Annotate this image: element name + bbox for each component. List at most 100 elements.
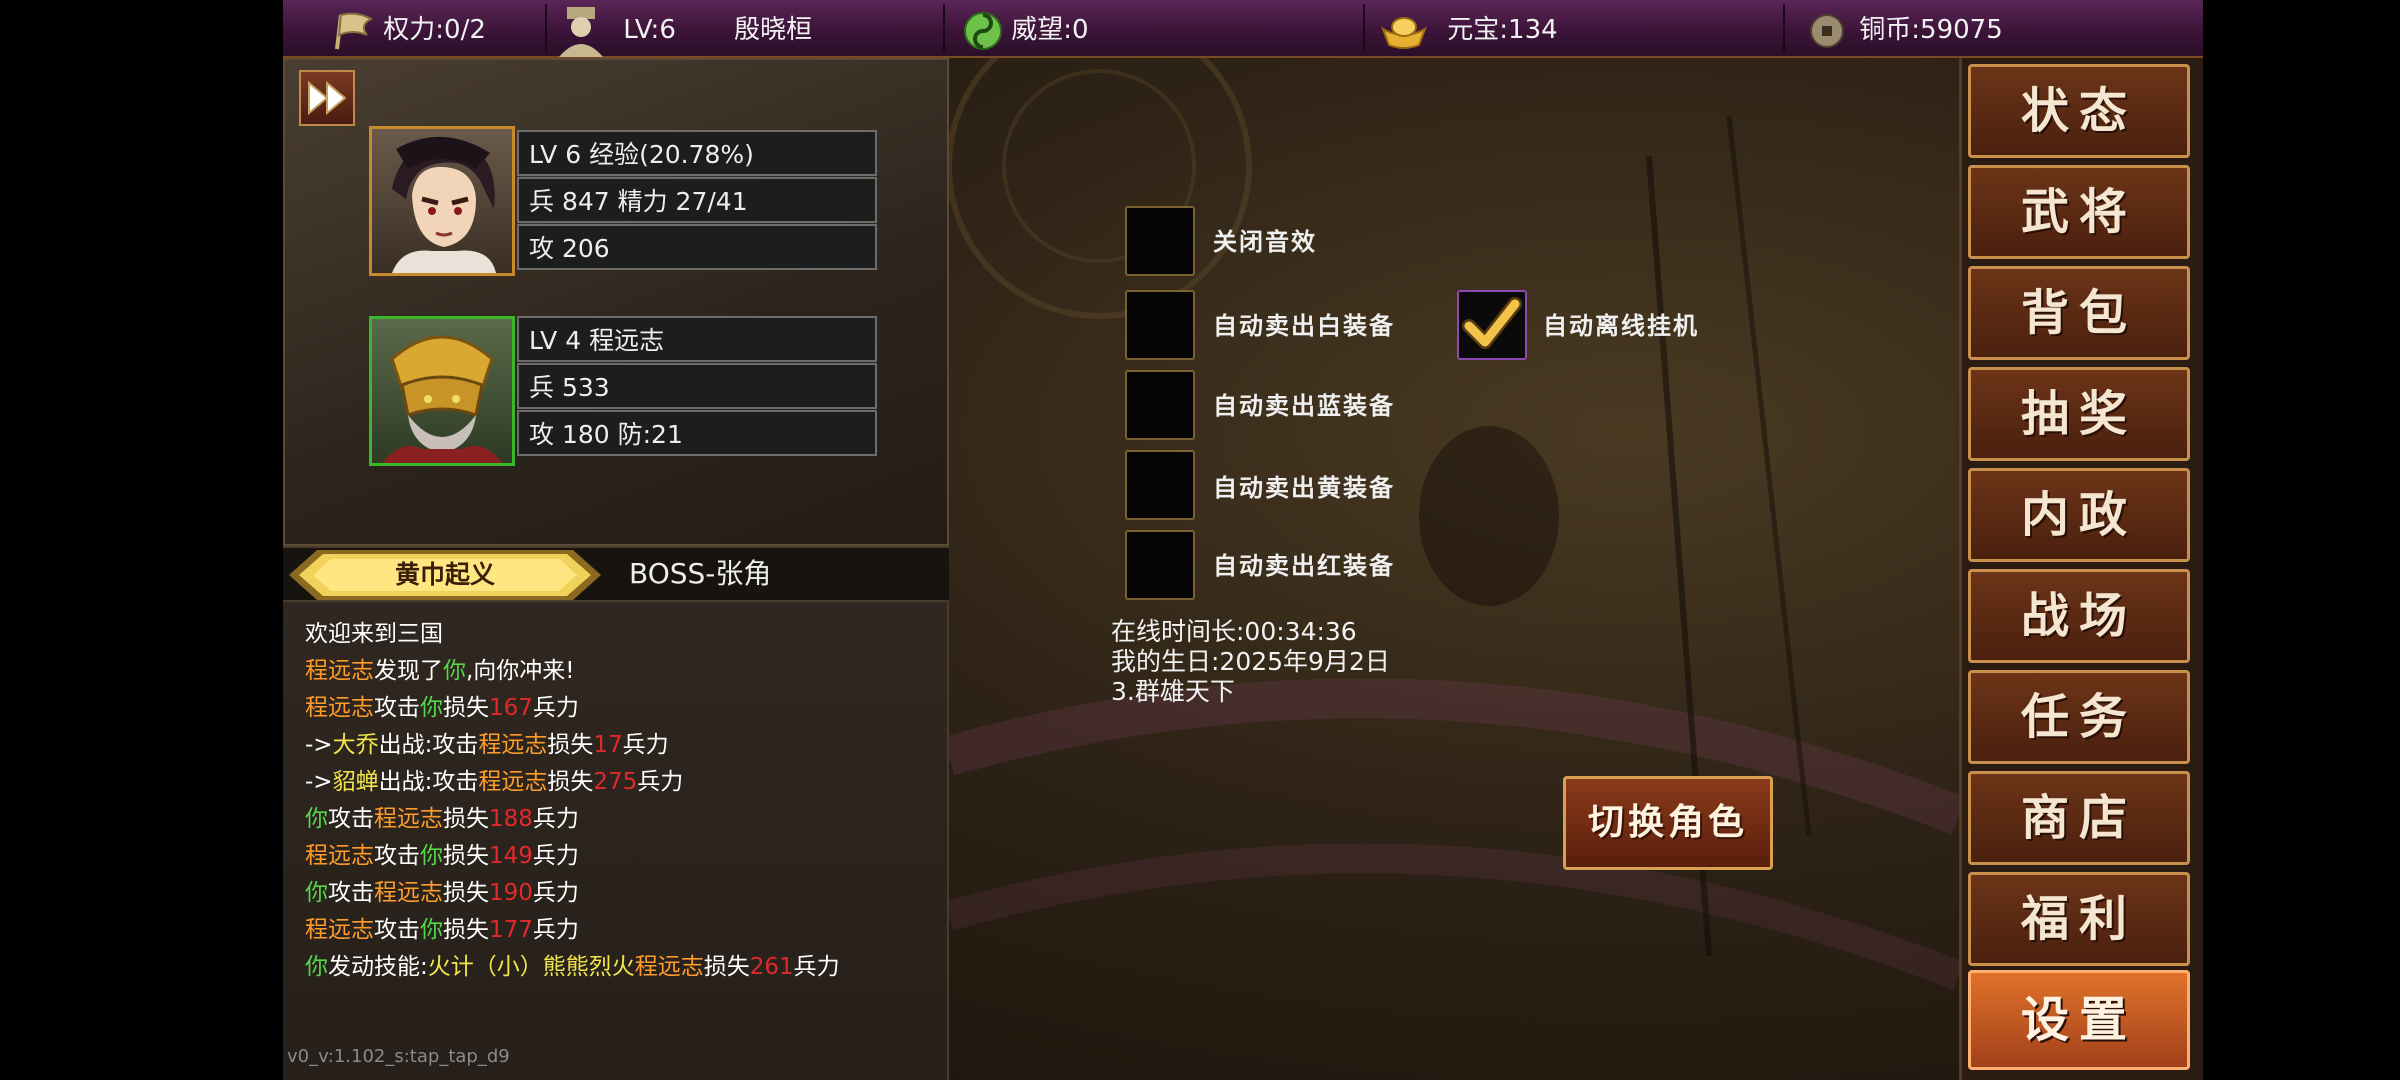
hero-portrait-main[interactable] (369, 126, 515, 276)
log-text: 你 (443, 658, 466, 684)
log-text: 出战:攻击 (378, 769, 479, 795)
hero-portrait-second[interactable] (369, 316, 515, 466)
chapter-tab[interactable]: 黄巾起义 (289, 550, 601, 600)
power-text: 权力:0/2 (383, 15, 486, 45)
log-text: 兵力 (532, 917, 579, 943)
battle-log[interactable]: 欢迎来到三国 程远志发现了你,向你冲来! 程远志攻击你损失167兵力 ->大乔出… (283, 602, 949, 1080)
log-text: 你 (420, 843, 443, 869)
copper-stat[interactable]: 铜币:59075 (1809, 0, 2003, 56)
log-text: 损失 (443, 917, 489, 943)
log-text: 欢迎来到三国 (305, 621, 443, 647)
log-text: 损失 (703, 954, 750, 980)
prestige-stat[interactable]: 威望:0 (963, 0, 1089, 56)
hero-stats-main: LV 6 经验(20.78%) 兵 847 精力 27/41 攻 206 (517, 130, 877, 271)
log-text: 攻击 (374, 843, 420, 869)
log-text: 149 (489, 843, 533, 869)
copper-coin-icon (1810, 13, 1844, 48)
log-line: 程远志攻击你损失177兵力 (305, 910, 579, 944)
mute-checkbox[interactable] (1125, 206, 1195, 276)
hero-attack-defense: 攻 180 防:21 (517, 410, 877, 456)
log-text: 损失 (547, 769, 594, 795)
sell-red-checkbox[interactable] (1125, 530, 1195, 600)
checkmark-icon (1462, 297, 1522, 349)
log-text: 兵力 (637, 769, 684, 795)
log-text: 貂蝉 (332, 769, 379, 795)
log-text: 兵力 (793, 954, 840, 980)
log-text: 损失 (443, 806, 489, 832)
hero-stats-second: LV 4 程远志 兵 533 攻 180 防:21 (517, 316, 877, 457)
log-line: 程远志攻击你损失167兵力 (305, 688, 579, 722)
log-text: 177 (489, 917, 533, 943)
switch-role-button[interactable]: 切换角色 (1563, 776, 1773, 870)
menu-generals-button[interactable]: 武将 (1968, 165, 2190, 259)
sell-blue-checkbox[interactable] (1125, 370, 1195, 440)
hero-level-name: LV 4 程远志 (517, 316, 877, 362)
power-stat[interactable]: 权力:0/2 (331, 0, 486, 56)
hero-panel: LV 6 经验(20.78%) 兵 847 精力 27/41 攻 206 LV … (283, 58, 949, 546)
log-text: 大乔 (332, 732, 379, 758)
log-text: 167 (489, 695, 533, 721)
log-text: 261 (749, 954, 794, 980)
log-text: 190 (489, 880, 533, 906)
yuanbao-stat[interactable]: 元宝:134 (1379, 0, 1558, 56)
menu-quest-button[interactable]: 任务 (1968, 670, 2190, 764)
log-text: 275 (593, 769, 638, 795)
log-text: 程远志 (305, 843, 374, 869)
sell-white-label: 自动卖出白装备 (1213, 312, 1395, 340)
log-text: 出战:攻击 (378, 732, 479, 758)
menu-shop-button[interactable]: 商店 (1968, 771, 2190, 865)
offline-idle-checkbox[interactable] (1457, 290, 1527, 360)
version-label: v0_v:1.102_s:tap_tap_d9 (287, 1046, 510, 1067)
menu-battlefield-button[interactable]: 战场 (1968, 569, 2190, 663)
log-text: 兵力 (532, 806, 579, 832)
hero-attack: 攻 206 (517, 224, 877, 270)
server-name: 3.群雄天下 (1111, 677, 1235, 706)
sell-yellow-checkbox[interactable] (1125, 450, 1195, 520)
menu-lottery-button[interactable]: 抽奖 (1968, 367, 2190, 461)
log-line: 你发动技能:火计（小）熊熊烈火程远志损失261兵力 (305, 947, 840, 981)
log-text: 你 (420, 917, 443, 943)
log-text: 兵力 (622, 732, 669, 758)
fast-forward-button[interactable] (299, 70, 355, 126)
player-avatar-icon (559, 6, 603, 57)
log-text: 17 (593, 732, 623, 758)
flag-icon (335, 12, 374, 49)
log-text: 程远志 (478, 769, 548, 795)
menu-welfare-button[interactable]: 福利 (1968, 872, 2190, 966)
log-text: -> (305, 732, 333, 758)
sell-white-checkbox[interactable] (1125, 290, 1195, 360)
log-text: 188 (489, 806, 533, 832)
log-text: 程远志 (478, 732, 548, 758)
log-line: ->貂蝉出战:攻击程远志损失275兵力 (305, 762, 683, 796)
menu-settings-button[interactable]: 设置 (1968, 970, 2190, 1070)
log-line: 程远志发现了你,向你冲来! (305, 651, 575, 685)
gold-ingot-icon (1381, 16, 1427, 49)
prestige-icon (964, 11, 1002, 50)
log-text: 损失 (547, 732, 594, 758)
sell-blue-label: 自动卖出蓝装备 (1213, 392, 1395, 420)
yuanbao-text: 元宝:134 (1447, 15, 1558, 45)
background-art (949, 56, 1959, 990)
chapter-name: 黄巾起义 (394, 560, 495, 589)
log-text: 你 (305, 954, 328, 980)
log-text: 攻击 (374, 695, 420, 721)
log-text: 你 (420, 695, 443, 721)
log-text: 损失 (443, 695, 489, 721)
log-text: 兵力 (532, 880, 579, 906)
hero-face-image (382, 335, 502, 463)
log-line: 你攻击程远志损失190兵力 (305, 873, 579, 907)
log-text: 程远志 (634, 954, 704, 980)
menu-bag-button[interactable]: 背包 (1968, 266, 2190, 360)
menu-status-button[interactable]: 状态 (1968, 64, 2190, 158)
log-line: 程远志攻击你损失149兵力 (305, 836, 579, 870)
divider (943, 4, 945, 52)
player-level: LV:6 (623, 15, 676, 45)
log-text: 损失 (443, 843, 489, 869)
copper-text: 铜币:59075 (1859, 15, 2003, 45)
log-text: 损失 (443, 880, 489, 906)
fast-forward-icon (308, 81, 347, 115)
chapter-bar: 黄巾起义 BOSS-张角 (283, 546, 949, 602)
log-line: ->大乔出战:攻击程远志损失17兵力 (305, 725, 669, 759)
menu-domestic-button[interactable]: 内政 (1968, 468, 2190, 562)
hero-level-exp: LV 6 经验(20.78%) (517, 130, 877, 176)
